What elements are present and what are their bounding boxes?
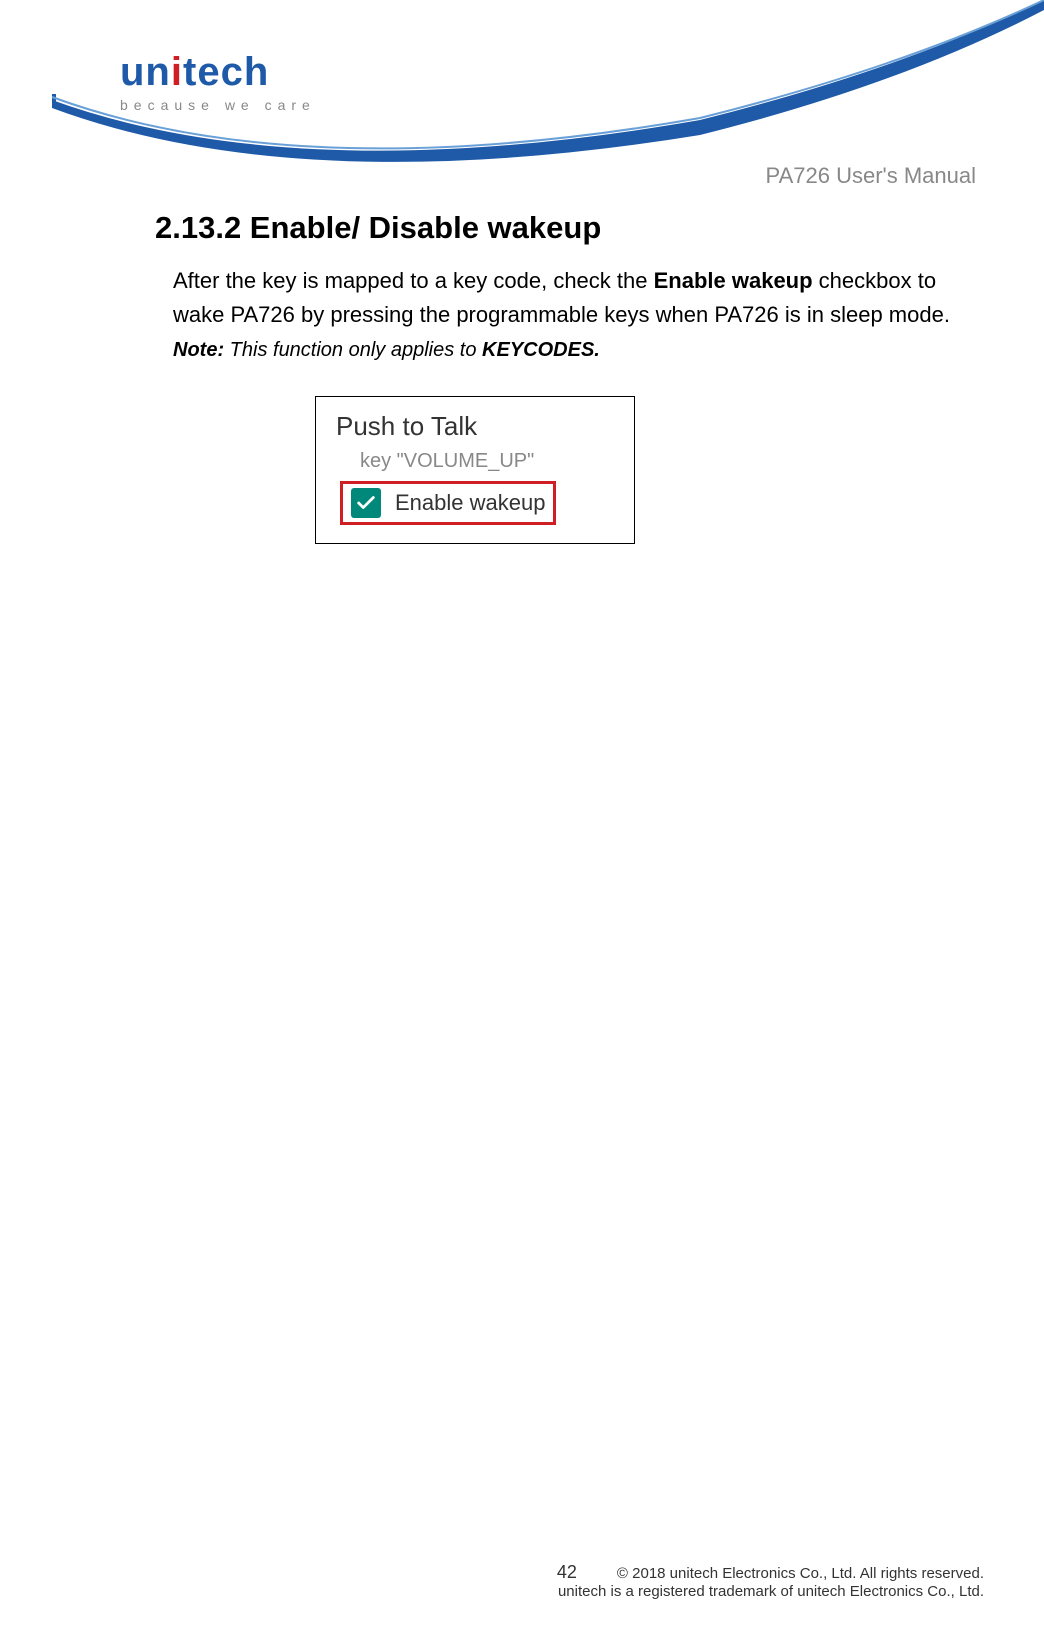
logo-part2: tech [183, 50, 269, 94]
note-bold: KEYCODES. [482, 339, 600, 361]
logo-dot-icon: i [171, 50, 183, 94]
body-bold-term: Enable wakeup [654, 268, 813, 293]
logo-text: unitech [120, 50, 316, 95]
logo-part1: un [120, 50, 171, 94]
header-title: PA726 User's Manual [766, 163, 976, 189]
checkbox-checked-icon[interactable] [351, 488, 381, 518]
content-area: 2.13.2 Enable/ Disable wakeup After the … [155, 210, 989, 544]
body-pre: After the key is mapped to a key code, c… [173, 268, 654, 293]
logo: unitech because we care [120, 50, 316, 113]
footer-copyright: © 2018 unitech Electronics Co., Ltd. All… [617, 1565, 984, 1582]
section-title: 2.13.2 Enable/ Disable wakeup [155, 210, 989, 246]
note-text: This function only applies to [224, 339, 482, 361]
footer: 42 © 2018 unitech Electronics Co., Ltd. … [557, 1562, 984, 1600]
embedded-screenshot: Push to Talk key "VOLUME_UP" Enable wake… [315, 396, 635, 544]
enable-wakeup-checkbox-row[interactable]: Enable wakeup [340, 481, 556, 525]
logo-tagline: because we care [120, 97, 316, 113]
inner-title: Push to Talk [336, 411, 618, 442]
body-paragraph: After the key is mapped to a key code, c… [173, 264, 989, 366]
note-label: Note: [173, 339, 224, 361]
inner-key-label: key "VOLUME_UP" [360, 450, 618, 473]
checkbox-label: Enable wakeup [395, 490, 545, 516]
footer-trademark: unitech is a registered trademark of uni… [557, 1583, 984, 1600]
page-number: 42 [557, 1562, 577, 1583]
note: Note: This function only applies to KEYC… [173, 339, 600, 361]
